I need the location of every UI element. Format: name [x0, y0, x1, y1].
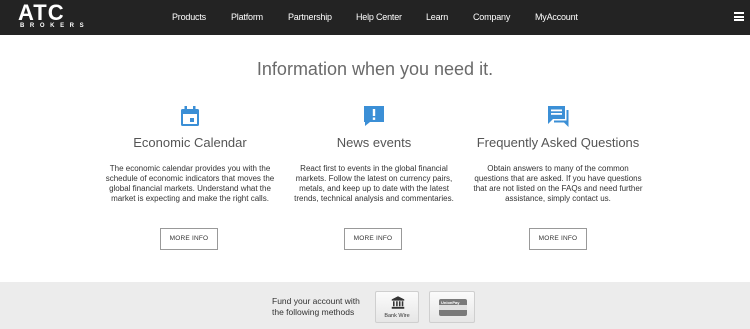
alert-icon: [364, 106, 384, 126]
feature-faq: Frequently Asked Questions Obtain answer…: [470, 104, 646, 204]
more-info-button-calendar[interactable]: MORE INFO: [160, 228, 218, 250]
calendar-icon: [181, 106, 199, 126]
page-headline: Information when you need it.: [256, 59, 494, 79]
bank-wire-label: Bank Wire: [384, 313, 410, 319]
nav-menu: Products Platform Partnership Help Cente…: [0, 0, 750, 35]
hamburger-menu-icon[interactable]: [734, 12, 744, 21]
top-nav-bar: ATC BROKERS Products Platform Partnershi…: [0, 0, 750, 35]
unionpay-label: UnionPay: [441, 300, 460, 305]
unionpay-icon: UnionPay: [439, 299, 467, 316]
nav-item-myaccount[interactable]: MyAccount: [535, 11, 578, 23]
bank-icon: [391, 296, 405, 309]
nav-item-platform[interactable]: Platform: [231, 11, 263, 23]
feature-description: The economic calendar provides you with …: [105, 164, 275, 203]
feature-title: Frequently Asked Questions: [476, 135, 640, 150]
nav-item-learn[interactable]: Learn: [426, 11, 448, 23]
unionpay-button[interactable]: UnionPay: [429, 291, 475, 323]
more-info-button-faq[interactable]: MORE INFO: [529, 228, 587, 250]
bank-wire-button[interactable]: Bank Wire: [375, 291, 419, 323]
nav-item-help-center[interactable]: Help Center: [356, 11, 402, 23]
nav-item-products[interactable]: Products: [172, 11, 206, 23]
nav-item-partnership[interactable]: Partnership: [288, 11, 332, 23]
nav-item-company[interactable]: Company: [473, 11, 510, 23]
feature-news-events: News events React first to events in the…: [286, 104, 462, 204]
feature-economic-calendar: Economic Calendar The economic calendar …: [102, 104, 278, 204]
feature-description: Obtain answers to many of the common que…: [473, 164, 643, 203]
feature-title: Economic Calendar: [133, 135, 247, 150]
fund-account-text: Fund your account with the following met…: [272, 296, 360, 317]
feature-description: React first to events in the global fina…: [294, 164, 454, 203]
chat-icon: [548, 106, 569, 127]
more-info-button-news[interactable]: MORE INFO: [344, 228, 402, 250]
feature-title: News events: [336, 135, 412, 150]
